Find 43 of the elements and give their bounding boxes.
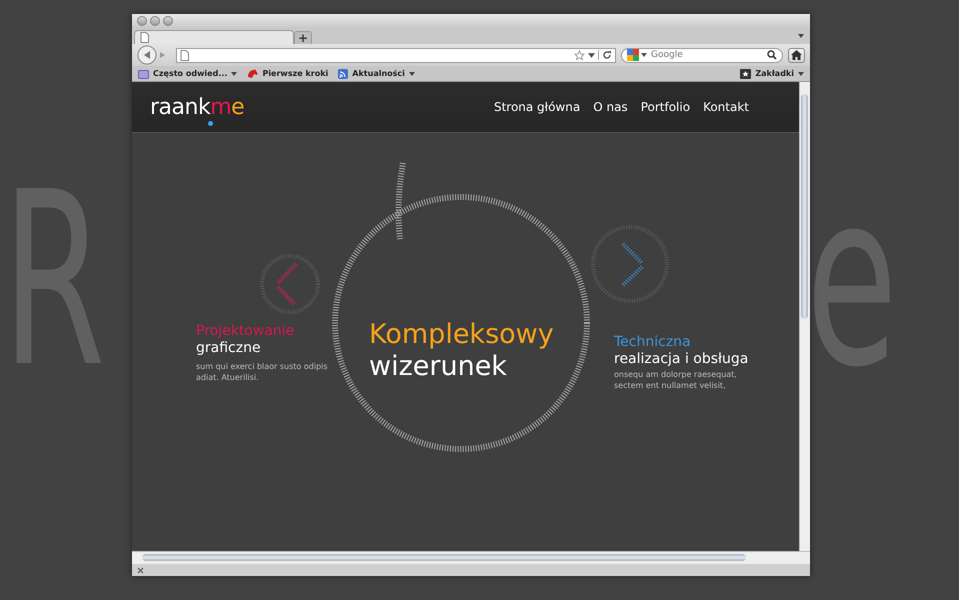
page-icon [180,50,189,60]
scrollbar-thumb[interactable] [801,94,808,319]
nav-link[interactable]: Kontakt [703,100,749,114]
caret-icon[interactable] [641,53,647,57]
nav-link[interactable]: Strona główna [494,100,580,114]
feature-subtitle: realizacja i obsługa [614,351,750,368]
hero-title: Kompleksowy [369,319,554,351]
nav-link[interactable]: Portfolio [640,100,690,114]
vertical-scrollbar[interactable] [799,82,810,551]
close-icon[interactable] [137,566,144,574]
page-icon [140,32,149,43]
feature-subtitle: graficzne [196,340,262,357]
feature-title: Techniczna [614,334,692,351]
search-field[interactable]: Google [621,48,783,62]
feature-title: Projektowanie [196,323,296,340]
feature-description: sum qui exerci blaor susto odipis adiat. Atuerilisi. [196,361,329,383]
home-button[interactable] [788,48,805,62]
bookmark-item[interactable]: Często odwied... [138,68,238,78]
bookmark-star-icon [740,68,752,78]
caret-icon[interactable] [798,34,804,38]
hero-subtitle: wizerunek [369,351,508,383]
bookmark-item[interactable]: Aktualności [338,68,415,78]
folder-icon [138,68,149,78]
nav-link[interactable]: O nas [593,100,628,114]
bookmark-item[interactable]: Pierwsze kroki [247,68,328,78]
minimize-window-icon[interactable] [150,16,160,26]
reload-icon[interactable] [598,50,612,60]
feed-icon [338,68,348,78]
close-window-icon[interactable] [137,16,147,26]
caret-icon[interactable] [588,52,595,58]
horizontal-scrollbar[interactable] [132,551,810,564]
bookmarks-menu[interactable]: Zakładki [740,68,804,78]
search-input[interactable]: Google [649,50,765,60]
logo[interactable]: raankme [150,94,244,120]
new-tab-button[interactable]: + [294,31,312,44]
browser-tab[interactable] [134,30,294,44]
star-icon[interactable] [574,50,585,60]
scrollbar-thumb[interactable] [142,554,746,561]
search-icon[interactable] [767,50,777,60]
logo-dot-icon [208,120,213,126]
caret-icon [798,72,804,76]
zoom-window-icon[interactable] [163,16,173,26]
feature-description: onsequ am dolorpe raesequat, sectem ent nullamet velisit, [614,369,738,391]
